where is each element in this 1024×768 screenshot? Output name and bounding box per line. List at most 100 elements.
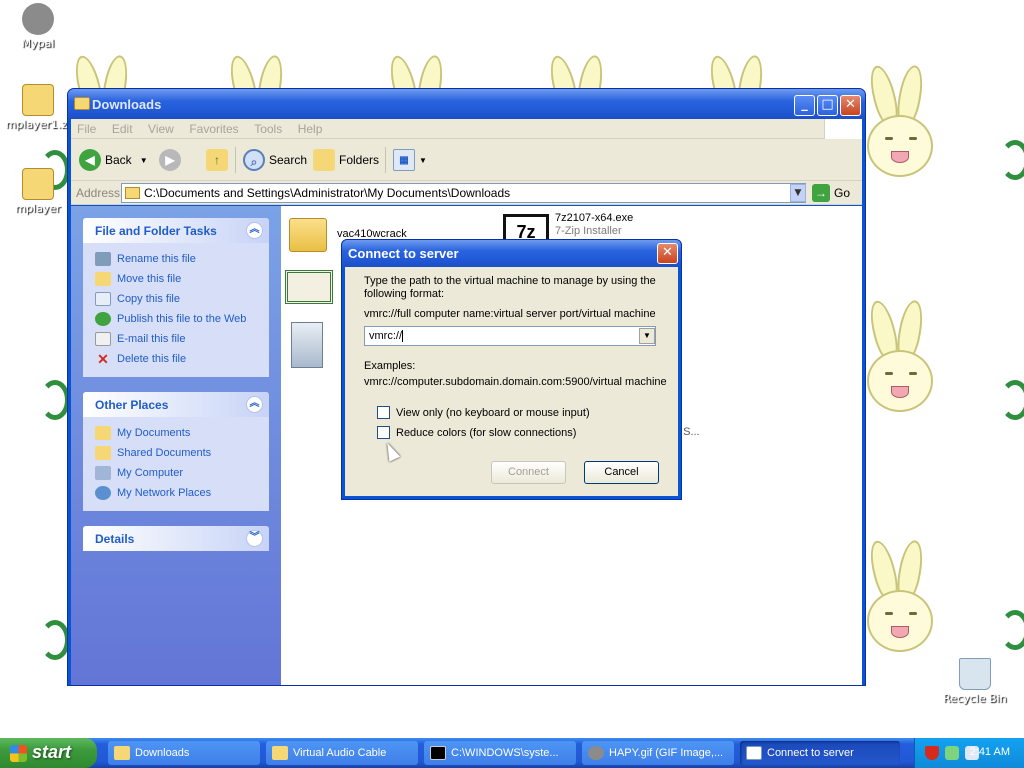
desktop-icon-mplayer[interactable]: mplayer (3, 168, 73, 215)
panel-header[interactable]: Other Places ︽ (83, 392, 269, 417)
expand-icon[interactable]: ︾ (246, 530, 263, 547)
address-bar: Address C:\Documents and Settings\Admini… (71, 181, 862, 205)
rename-icon (95, 252, 111, 266)
address-dropdown-button[interactable]: ▼ (790, 184, 806, 202)
raccoon-icon (22, 3, 54, 35)
search-button[interactable]: ⌕ Search (243, 147, 307, 173)
maximize-button[interactable]: □ (817, 95, 838, 116)
text-caret (402, 330, 403, 343)
place-my-network[interactable]: My Network Places (95, 483, 257, 503)
forward-button[interactable]: ▶ (159, 147, 185, 173)
task-delete[interactable]: ✕ Delete this file (95, 349, 257, 369)
documents-icon (95, 426, 111, 440)
dialog-instruction: Type the path to the virtual machine to … (364, 275, 656, 300)
explorer-title: Downloads (92, 97, 162, 112)
taskbar-item-cmd[interactable]: C:\WINDOWS\syste... (424, 741, 576, 765)
close-button[interactable]: ✕ (840, 95, 861, 116)
dialog-close-button[interactable]: ✕ (657, 243, 678, 264)
checkbox-box[interactable] (377, 426, 390, 439)
place-shared-documents[interactable]: Shared Documents (95, 443, 257, 463)
bunny-decoration (865, 63, 935, 195)
dialog-body: Type the path to the virtual machine to … (345, 267, 678, 496)
folders-button[interactable]: Folders (313, 147, 379, 173)
recycle-bin-icon (959, 658, 991, 690)
certificate-icon (285, 270, 333, 304)
start-button[interactable]: start (0, 738, 97, 768)
task-copy[interactable]: Copy this file (95, 289, 257, 309)
file-item[interactable]: t S... (677, 426, 717, 442)
task-rename[interactable]: Rename this file (95, 249, 257, 269)
chevron-down-icon: ▼ (139, 155, 148, 165)
dialog-format: vmrc://full computer name:virtual server… (364, 308, 656, 320)
other-places-panel: Other Places ︽ My Documents Shared Docum… (83, 392, 269, 511)
globe-icon (95, 312, 111, 326)
task-move[interactable]: Move this file (95, 269, 257, 289)
connect-dialog: Connect to server ✕ Type the path to the… (341, 239, 682, 500)
copy-icon (95, 292, 111, 306)
cancel-button[interactable]: Cancel (584, 461, 659, 484)
up-folder-button[interactable]: ↑ (206, 147, 232, 173)
checkbox-box[interactable] (377, 406, 390, 419)
task-publish[interactable]: Publish this file to the Web (95, 309, 257, 329)
panel-header[interactable]: File and Folder Tasks ︽ (83, 218, 269, 243)
network-tray-icon[interactable] (945, 746, 959, 760)
views-button[interactable]: ▦ ▼ (393, 147, 427, 173)
chevron-down-icon[interactable]: ▼ (639, 328, 655, 344)
collapse-icon[interactable]: ︽ (246, 222, 263, 239)
stripe-decoration (40, 620, 70, 660)
taskbar-item-hapy-gif[interactable]: HAPY.gif (GIF Image,... (582, 741, 734, 765)
folder-icon (125, 187, 140, 199)
bunny-decoration (865, 298, 935, 430)
task-email[interactable]: E-mail this file (95, 329, 257, 349)
shared-folder-icon (95, 446, 111, 460)
server-path-input[interactable]: vmrc:// (364, 326, 656, 346)
stripe-decoration (1000, 610, 1024, 650)
zip-folder-icon (22, 84, 54, 116)
stripe-decoration (40, 380, 70, 420)
reduce-colors-checkbox[interactable]: Reduce colors (for slow connections) (377, 426, 576, 439)
explorer-titlebar[interactable]: Downloads _ □ ✕ (68, 89, 865, 119)
place-my-documents[interactable]: My Documents (95, 423, 257, 443)
taskbar: start Downloads Virtual Audio Cable C:\W… (0, 738, 1024, 768)
go-button[interactable]: → Go (812, 184, 850, 202)
panel-header[interactable]: Details ︾ (83, 526, 269, 551)
folder-icon (289, 218, 327, 252)
menu-view[interactable]: View (142, 119, 180, 139)
desktop-icon-recycle-bin[interactable]: Recycle Bin (940, 658, 1010, 705)
menu-tools[interactable]: Tools (248, 119, 288, 139)
menu-edit[interactable]: Edit (106, 119, 139, 139)
go-arrow-icon: → (812, 184, 830, 202)
connect-button[interactable]: Connect (491, 461, 566, 484)
back-arrow-icon: ◀ (79, 149, 101, 171)
folder-icon (74, 97, 90, 110)
file-item[interactable] (285, 270, 345, 310)
dialog-title: Connect to server (348, 246, 459, 261)
examples-label: Examples: (364, 360, 416, 372)
place-my-computer[interactable]: My Computer (95, 463, 257, 483)
address-input[interactable]: C:\Documents and Settings\Administrator\… (121, 183, 806, 203)
toolbar-separator (385, 147, 386, 173)
taskbar-item-downloads[interactable]: Downloads (108, 741, 260, 765)
delete-x-icon: ✕ (97, 351, 109, 367)
details-panel: Details ︾ (83, 526, 269, 551)
security-shield-icon[interactable] (925, 746, 939, 760)
desktop-icon-mplayer-zip[interactable]: mplayer1.zi (3, 84, 73, 131)
chevron-down-icon: ▼ (419, 155, 427, 165)
taskbar-item-virtual-audio-cable[interactable]: Virtual Audio Cable (266, 741, 418, 765)
windows-flag-icon (10, 745, 27, 762)
folder-icon (114, 746, 130, 760)
envelope-icon (95, 332, 111, 346)
menu-favorites[interactable]: Favorites (183, 119, 244, 139)
menu-file[interactable]: File (71, 119, 102, 139)
desktop-icon-mypal[interactable]: Mypal (3, 3, 73, 50)
back-button[interactable]: ◀ Back ▼ (79, 147, 148, 173)
collapse-icon[interactable]: ︽ (246, 396, 263, 413)
taskbar-item-connect-to-server[interactable]: Connect to server (740, 741, 900, 765)
dialog-titlebar[interactable]: Connect to server ✕ (342, 240, 681, 267)
stripe-decoration (1000, 380, 1024, 420)
menu-help[interactable]: Help (292, 119, 329, 139)
minimize-button[interactable]: _ (794, 95, 815, 116)
view-only-checkbox[interactable]: View only (no keyboard or mouse input) (377, 406, 590, 419)
search-icon: ⌕ (243, 149, 265, 171)
computer-icon (95, 466, 111, 480)
